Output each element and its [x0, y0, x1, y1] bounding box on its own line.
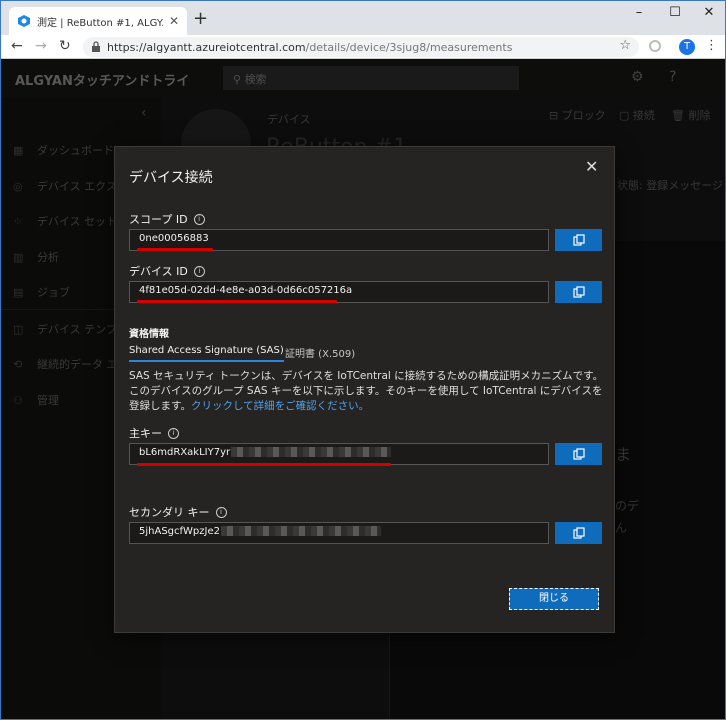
copy-primary-key-button[interactable] [555, 443, 602, 465]
close-button[interactable]: 閉じる [509, 588, 599, 610]
copy-icon [572, 448, 585, 460]
forward-arrow-icon[interactable]: → [35, 38, 47, 54]
tab-title: 測定 | ReButton #1, ALGYANタッチ [37, 17, 163, 29]
primary-key-label: 主キー i [129, 425, 179, 441]
tab-close-icon[interactable]: ✕ [169, 14, 179, 28]
lock-icon [92, 41, 100, 52]
info-icon[interactable]: i [193, 213, 205, 225]
info-icon[interactable]: i [168, 427, 179, 439]
copy-scope-id-button[interactable] [555, 229, 602, 251]
new-tab-button[interactable]: + [193, 10, 208, 28]
redacted-key [220, 526, 381, 536]
maximize-button[interactable]: ☐ [665, 5, 685, 20]
copy-icon [572, 527, 585, 539]
copy-secondary-key-button[interactable] [555, 522, 602, 544]
copy-icon [572, 286, 585, 298]
dialog-title: デバイス接続 [129, 170, 213, 186]
browser-window: 測定 | ReButton #1, ALGYANタッチ ✕ + – ☐ ✕ ← … [0, 0, 726, 720]
device-connection-dialog: デバイス接続 ✕ スコープ ID i 0ne00056883 デバイス ID i 4… [114, 146, 615, 633]
secondary-key-label: セカンダリ キー i [129, 504, 227, 520]
highlight-underline [137, 300, 337, 303]
credentials-heading: 資格情報 [129, 329, 169, 340]
device-id-label: デバイス ID i [129, 263, 205, 279]
url-text: https://algyantt.azureiotcentral.com/det… [107, 40, 513, 54]
browser-toolbar: ← → ↻ https://algyantt.azureiotcentral.c… [1, 35, 725, 59]
secondary-key-field[interactable]: 5jhASgcfWpzJe2 [129, 522, 549, 544]
extension-icon[interactable] [649, 40, 661, 52]
copy-device-id-button[interactable] [555, 281, 602, 303]
tab-sas[interactable]: Shared Access Signature (SAS) [129, 345, 284, 362]
primary-key-field[interactable]: bL6mdRXakLIY7yr [129, 443, 549, 465]
address-bar[interactable]: https://algyantt.azureiotcentral.com/det… [83, 37, 639, 57]
iot-central-icon [18, 15, 30, 27]
scope-id-label: スコープ ID i [129, 211, 205, 227]
highlight-underline [137, 463, 391, 466]
tab-x509[interactable]: 証明書 (X.509) [285, 345, 355, 360]
info-icon[interactable]: i [193, 265, 205, 277]
profile-avatar[interactable]: T [679, 39, 695, 55]
reload-icon[interactable]: ↻ [59, 38, 71, 54]
close-icon[interactable]: ✕ [585, 157, 598, 176]
bookmark-star-icon[interactable]: ☆ [619, 38, 631, 53]
close-window-button[interactable]: ✕ [699, 5, 719, 20]
tab-strip: 測定 | ReButton #1, ALGYANタッチ ✕ + – ☐ ✕ [1, 1, 725, 35]
learn-more-link[interactable]: クリックして詳細をご確認ください。 [191, 400, 369, 412]
back-arrow-icon[interactable]: ← [11, 38, 23, 54]
info-icon[interactable]: i [215, 506, 227, 518]
sas-description: SAS セキュリティ トークンは、デバイスを IoTCentral に接続するた… [129, 370, 604, 412]
redacted-key [231, 447, 392, 457]
copy-icon [572, 234, 585, 246]
browser-tab[interactable]: 測定 | ReButton #1, ALGYANタッチ ✕ [9, 7, 187, 35]
highlight-underline [137, 248, 213, 251]
minimize-button[interactable]: – [629, 5, 649, 20]
menu-kebab-icon[interactable]: ⋮ [705, 38, 718, 53]
